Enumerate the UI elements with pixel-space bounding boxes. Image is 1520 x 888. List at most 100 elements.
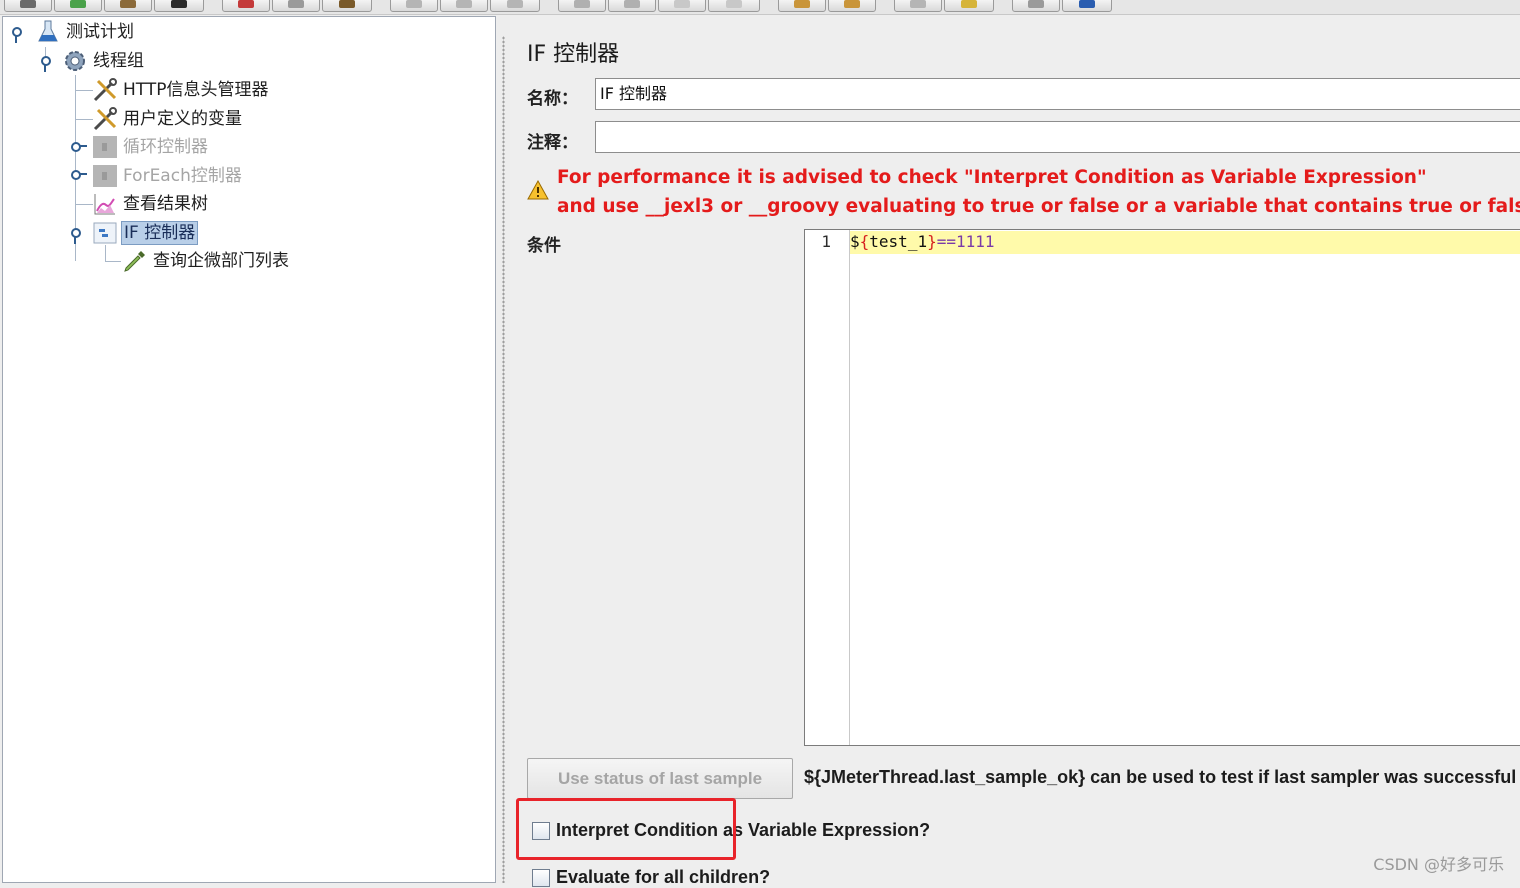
tree-collapsed-handle[interactable]: [71, 170, 87, 180]
open-icon: [120, 0, 136, 8]
tree-node-sampler[interactable]: 查询企微部门列表: [122, 248, 291, 274]
toolbar-shutdown-button[interactable]: [708, 0, 760, 12]
save-icon: [171, 0, 187, 8]
expand-icon: [406, 0, 422, 8]
if-controller-panel: IF 控制器 名称： IF 控制器 注释： For performance it…: [511, 16, 1520, 887]
tree-node-foreach-controller[interactable]: ForEach控制器: [92, 163, 244, 189]
toolbar-search-button[interactable]: [894, 0, 942, 12]
tree-node-label: ForEach控制器: [123, 166, 242, 186]
tree-node-label: 查询企微部门列表: [153, 251, 289, 271]
tree-connector: [105, 245, 106, 261]
toolbar-open-button[interactable]: [104, 0, 152, 12]
shutdown-icon: [726, 0, 742, 8]
comment-field[interactable]: [595, 121, 1520, 153]
tree-node-if-controller[interactable]: IF 控制器: [92, 220, 199, 246]
line-number-gutter: 1: [805, 230, 850, 745]
tree-node-view-results-tree[interactable]: 查看结果树: [92, 191, 210, 217]
splitter-handle[interactable]: [497, 16, 510, 883]
chart-icon: [92, 191, 118, 217]
code-token: {: [859, 232, 870, 251]
toolbar-expand-button[interactable]: [390, 0, 438, 12]
warning-icon: [527, 179, 549, 204]
annotation-highlight-box: [516, 798, 736, 860]
toolbar-new-button[interactable]: [4, 0, 52, 12]
help-icon: [1079, 0, 1095, 8]
warning-text: For performance it is advised to check "…: [557, 167, 1427, 188]
condition-label: 条件: [527, 236, 561, 256]
toolbar-function-helper-button[interactable]: [1012, 0, 1060, 12]
clear-icon: [794, 0, 810, 8]
tree-node-test-plan[interactable]: 测试计划: [35, 19, 136, 45]
tree-node-thread-group[interactable]: 线程组: [62, 48, 146, 74]
toolbar-reset-search-button[interactable]: [944, 0, 994, 12]
tools-icon: [92, 106, 118, 132]
toolbar-collapse-button[interactable]: [440, 0, 488, 12]
toolbar-save-button[interactable]: [154, 0, 204, 12]
toolbar-clear-button[interactable]: [778, 0, 826, 12]
tree-node-label: 用户定义的变量: [123, 109, 242, 129]
copy-icon: [288, 0, 304, 8]
condition-editor[interactable]: 1 ${test_1}==1111: [804, 229, 1520, 746]
start-no-pause-icon: [624, 0, 640, 8]
reset-search-icon: [961, 0, 977, 8]
controller-icon: [92, 163, 118, 189]
tree-collapsed-handle[interactable]: [71, 142, 87, 152]
toolbar-copy-button[interactable]: [272, 0, 320, 12]
paste-icon: [339, 0, 355, 8]
evaluate-children-label[interactable]: Evaluate for all children?: [556, 867, 770, 888]
tree-connector: [75, 204, 93, 205]
function-helper-icon: [1028, 0, 1044, 8]
clear-all-icon: [844, 0, 860, 8]
flask-icon: [35, 19, 61, 45]
evaluate-children-checkbox-row[interactable]: Evaluate for all children?: [532, 867, 770, 888]
tree-node-http-header-manager[interactable]: HTTP信息头管理器: [92, 77, 271, 103]
new-icon: [20, 0, 36, 8]
watermark: CSDN @好多可乐: [1373, 855, 1504, 874]
toolbar-paste-button[interactable]: [322, 0, 372, 12]
tree-node-loop-controller[interactable]: 循环控制器: [92, 134, 210, 160]
tree-expand-handle[interactable]: [41, 56, 51, 72]
toolbar-help-button[interactable]: [1062, 0, 1112, 12]
toolbar-cut-button[interactable]: [222, 0, 270, 12]
tools-icon: [92, 77, 118, 103]
toolbar-toggle-button[interactable]: [490, 0, 540, 12]
gear-icon: [62, 48, 88, 74]
code-token: ==: [936, 232, 956, 251]
tree-node-user-variables[interactable]: 用户定义的变量: [92, 106, 244, 132]
search-icon: [910, 0, 926, 8]
tree-connector: [75, 90, 93, 91]
toolbar-clear-all-button[interactable]: [828, 0, 876, 12]
tree-expand-handle[interactable]: [71, 228, 81, 244]
controller-icon: [92, 134, 118, 160]
code-token: test_1: [869, 232, 928, 251]
tree-node-label: 测试计划: [66, 22, 134, 42]
tree-connector: [75, 119, 93, 120]
stop-icon: [674, 0, 690, 8]
page-title: IF 控制器: [527, 42, 620, 67]
comment-label: 注释：: [527, 133, 578, 153]
toolbar-stop-button[interactable]: [658, 0, 706, 12]
tree-node-label: HTTP信息头管理器: [123, 80, 269, 100]
code-token: $: [850, 232, 860, 251]
line-number: 1: [821, 232, 831, 251]
code-token: 1111: [955, 232, 995, 251]
toolbar-start-no-pause-button[interactable]: [608, 0, 656, 12]
tree-connector: [105, 261, 121, 262]
tree-node-label: 循环控制器: [123, 137, 208, 157]
hint-text: ${JMeterThread.last_sample_ok} can be us…: [804, 767, 1517, 787]
warning-text: and use __jexl3 or __groovy evaluating t…: [557, 196, 1520, 217]
name-field[interactable]: IF 控制器: [595, 78, 1520, 110]
start-icon: [574, 0, 590, 8]
toolbar-start-button[interactable]: [558, 0, 606, 12]
cut-icon: [238, 0, 254, 8]
evaluate-children-checkbox[interactable]: [532, 868, 550, 887]
templates-icon: [70, 0, 86, 8]
tree-node-label: 线程组: [93, 51, 144, 71]
name-label: 名称：: [527, 89, 578, 109]
collapse-icon: [456, 0, 472, 8]
condition-code[interactable]: ${test_1}==1111: [850, 232, 995, 251]
toolbar-templates-button[interactable]: [54, 0, 102, 12]
tree-expand-handle[interactable]: [12, 27, 22, 43]
use-last-sample-button[interactable]: Use status of last sample: [527, 758, 793, 799]
code-token: }: [927, 232, 937, 251]
